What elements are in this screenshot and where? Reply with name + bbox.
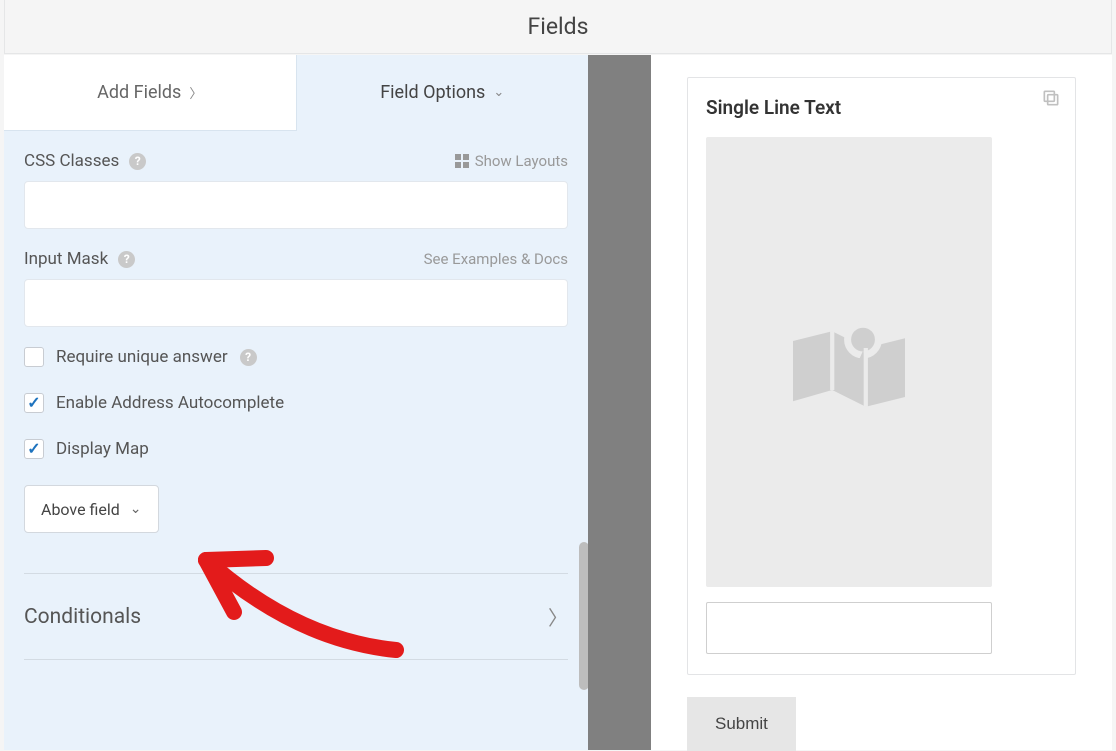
enable-autocomplete-label: Enable Address Autocomplete — [56, 393, 284, 413]
map-position-select[interactable]: Above field ⌄ — [24, 485, 159, 533]
page-header: Fields — [4, 0, 1112, 54]
conditionals-label: Conditionals — [24, 605, 141, 629]
require-unique-row[interactable]: Require unique answer ? — [24, 347, 568, 367]
panel-gutter — [588, 55, 651, 750]
map-position-value: Above field — [41, 500, 120, 519]
input-mask-label: Input Mask — [24, 249, 108, 269]
field-preview-title: Single Line Text — [706, 96, 1057, 119]
grid-icon — [455, 154, 469, 168]
field-preview-card[interactable]: Single Line Text — [687, 77, 1076, 675]
chevron-down-icon: ⌄ — [130, 501, 142, 517]
form-preview: Single Line Text Submit — [651, 55, 1112, 750]
copy-icon[interactable] — [1041, 88, 1061, 112]
field-options-form: CSS Classes ? Show Layouts Input Mask ? … — [4, 131, 588, 660]
panel-tabs: Add Fields 〉 Field Options ⌄ — [4, 55, 588, 131]
css-classes-label: CSS Classes — [24, 151, 119, 171]
enable-autocomplete-checkbox[interactable] — [24, 393, 44, 413]
tab-field-options[interactable]: Field Options ⌄ — [297, 55, 589, 131]
input-mask-input[interactable] — [24, 279, 568, 327]
display-map-row[interactable]: Display Map — [24, 439, 568, 459]
tab-field-options-label: Field Options — [380, 82, 485, 103]
options-panel: Add Fields 〉 Field Options ⌄ CSS Classes… — [4, 55, 588, 750]
help-icon[interactable]: ? — [240, 349, 257, 366]
submit-button-label: Submit — [715, 714, 768, 734]
display-map-label: Display Map — [56, 439, 149, 459]
show-layouts-label: Show Layouts — [475, 152, 568, 170]
chevron-down-icon: ⌄ — [493, 85, 504, 100]
map-pin-icon — [779, 292, 919, 432]
map-placeholder — [706, 137, 992, 587]
require-unique-label: Require unique answer — [56, 347, 228, 367]
submit-button[interactable]: Submit — [687, 697, 796, 751]
see-examples-link[interactable]: See Examples & Docs — [424, 250, 568, 268]
enable-autocomplete-row[interactable]: Enable Address Autocomplete — [24, 393, 568, 413]
help-icon[interactable]: ? — [118, 251, 135, 268]
divider — [24, 659, 568, 660]
page-title: Fields — [528, 13, 589, 40]
css-classes-input[interactable] — [24, 181, 568, 229]
tab-add-fields-label: Add Fields — [97, 82, 181, 103]
chevron-right-icon: 〉 — [548, 602, 568, 631]
help-icon[interactable]: ? — [129, 153, 146, 170]
chevron-right-icon: 〉 — [189, 83, 202, 102]
conditionals-accordion[interactable]: Conditionals 〉 — [24, 574, 568, 659]
tab-add-fields[interactable]: Add Fields 〉 — [4, 55, 297, 131]
see-examples-label: See Examples & Docs — [424, 250, 568, 268]
display-map-checkbox[interactable] — [24, 439, 44, 459]
single-line-text-input[interactable] — [706, 602, 992, 654]
require-unique-checkbox[interactable] — [24, 347, 44, 367]
show-layouts-link[interactable]: Show Layouts — [455, 152, 568, 170]
